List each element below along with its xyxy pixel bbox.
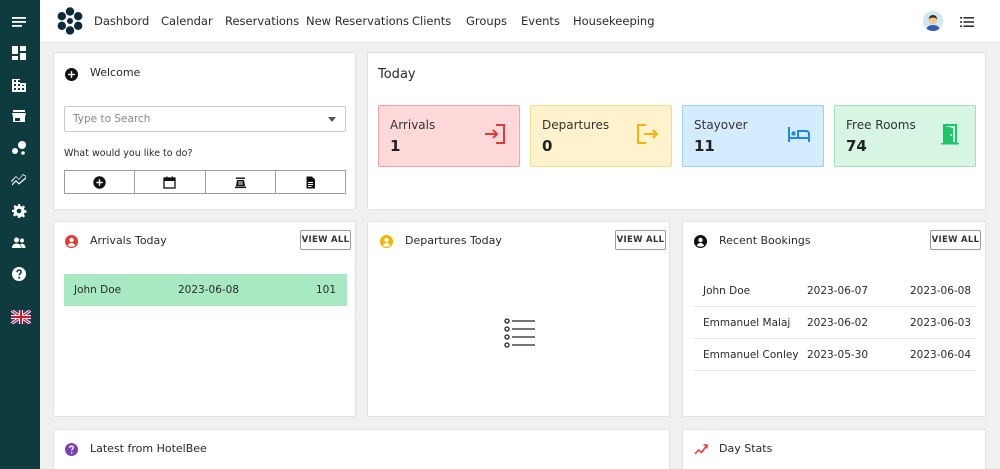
table-row[interactable]: Emmanuel Malaj 2023-06-02 2023-06-03 [693,307,976,339]
arrivals-view-all-button[interactable]: VIEW ALL [300,230,351,250]
guest-name: John Doe [74,284,122,296]
arrivals-today-title: Arrivals Today [90,234,167,247]
quick-actions [64,170,346,194]
logout-icon [637,124,659,144]
today-card: Today Arrivals 1 Departures 0 Stayover 1… [367,52,986,210]
arrivals-today-card: Arrivals Today VIEW ALL John Doe 2023-06… [53,221,356,417]
building-icon[interactable] [10,76,28,94]
add-circle-icon [65,66,78,81]
search-placeholder: Type to Search [73,113,151,125]
booking-from: 2023-05-30 [807,349,869,361]
nav-housekeeping[interactable]: Housekeeping [573,14,655,28]
day-stats-card: Day Stats [682,429,986,469]
stats-line-icon [694,441,709,455]
free-rooms-tile-label: Free Rooms [846,118,916,132]
bed-icon [788,127,810,142]
nav-events[interactable]: Events [521,14,560,28]
bubble-chart-icon[interactable] [10,139,28,157]
room-service-icon [234,177,246,188]
welcome-card: Welcome Type to Search What would you li… [53,52,356,210]
stayover-tile-label: Stayover [694,118,748,132]
table-row[interactable]: John Doe 2023-06-08 101 [64,274,347,306]
nav-clients[interactable]: Clients [412,14,451,28]
room-number: 101 [315,284,336,296]
latest-news-title: Latest from HotelBee [90,442,207,455]
nav-groups[interactable]: Groups [466,14,507,28]
list-menu-icon[interactable] [960,14,974,28]
departures-today-title: Departures Today [405,234,502,247]
stayover-tile-value: 11 [694,137,715,155]
recent-bookings-card: Recent Bookings VIEW ALL John Doe 2023-0… [682,221,986,417]
booking-name: Emmanuel Malaj [703,317,791,329]
person-yellow-icon [380,233,393,248]
arrivals-tile-label: Arrivals [390,118,436,132]
add-circle-icon [93,175,106,189]
departures-view-all-button[interactable]: VIEW ALL [615,230,666,250]
arrival-date: 2023-06-08 [178,284,240,296]
arrivals-tile[interactable]: Arrivals 1 [378,105,520,167]
dropdown-caret-icon [328,117,336,122]
stayover-tile[interactable]: Stayover 11 [682,105,824,167]
booking-to: 2023-06-03 [910,317,972,329]
dashboard-icon[interactable] [10,44,28,62]
login-icon [485,124,505,144]
departures-tile-value: 0 [542,137,553,155]
table-row[interactable]: Emmanuel Conley 2023-05-30 2023-06-04 [693,339,976,371]
booking-from: 2023-06-07 [807,285,869,297]
welcome-prompt: What would you like to do? [64,148,193,159]
quick-service-button[interactable] [205,170,276,194]
uk-flag-icon[interactable] [11,310,31,324]
booking-to: 2023-06-08 [910,285,972,297]
booking-to: 2023-06-04 [910,349,972,361]
trending-icon[interactable] [10,170,28,188]
nav-reservations[interactable]: Reservations [225,14,299,28]
nav-new-reservations[interactable]: New Reservations [306,14,409,28]
door-open-icon [941,124,959,145]
person-black-icon [694,233,707,248]
quick-calendar-button[interactable] [135,170,206,194]
sidebar [0,0,40,469]
departures-tile-label: Departures [542,118,610,132]
search-select[interactable]: Type to Search [64,106,346,132]
day-stats-title: Day Stats [719,442,773,455]
menu-toggle-icon[interactable] [10,13,28,31]
users-icon[interactable] [10,234,28,252]
help-icon[interactable] [10,265,28,283]
booking-name: Emmanuel Conley [703,349,799,361]
departures-tile[interactable]: Departures 0 [530,105,672,167]
hotelbee-logo[interactable] [56,7,84,35]
help-purple-icon [65,441,78,456]
booking-name: John Doe [703,285,751,297]
empty-list-icon [504,318,536,348]
store-icon[interactable] [10,107,28,125]
latest-news-card: Latest from HotelBee [53,429,670,469]
top-navbar: Dashbord Calendar Reservations New Reser… [40,0,1000,43]
booking-from: 2023-06-02 [807,317,869,329]
settings-icon[interactable] [10,202,28,220]
arrivals-tile-value: 1 [390,137,401,155]
quick-document-button[interactable] [275,170,346,194]
user-avatar[interactable] [923,11,943,31]
welcome-title: Welcome [90,66,141,79]
recent-bookings-view-all-button[interactable]: VIEW ALL [930,230,981,250]
nav-dashboard[interactable]: Dashbord [94,14,149,28]
today-title: Today [378,67,416,82]
nav-calendar[interactable]: Calendar [161,14,213,28]
document-icon [306,176,315,188]
recent-bookings-title: Recent Bookings [719,234,811,247]
person-red-icon [65,233,78,248]
free-rooms-tile-value: 74 [846,137,867,155]
free-rooms-tile[interactable]: Free Rooms 74 [834,105,976,167]
table-row[interactable]: John Doe 2023-06-07 2023-06-08 [693,275,976,307]
quick-add-button[interactable] [64,170,136,194]
departures-today-card: Departures Today VIEW ALL [367,221,670,417]
calendar-icon [163,176,177,189]
